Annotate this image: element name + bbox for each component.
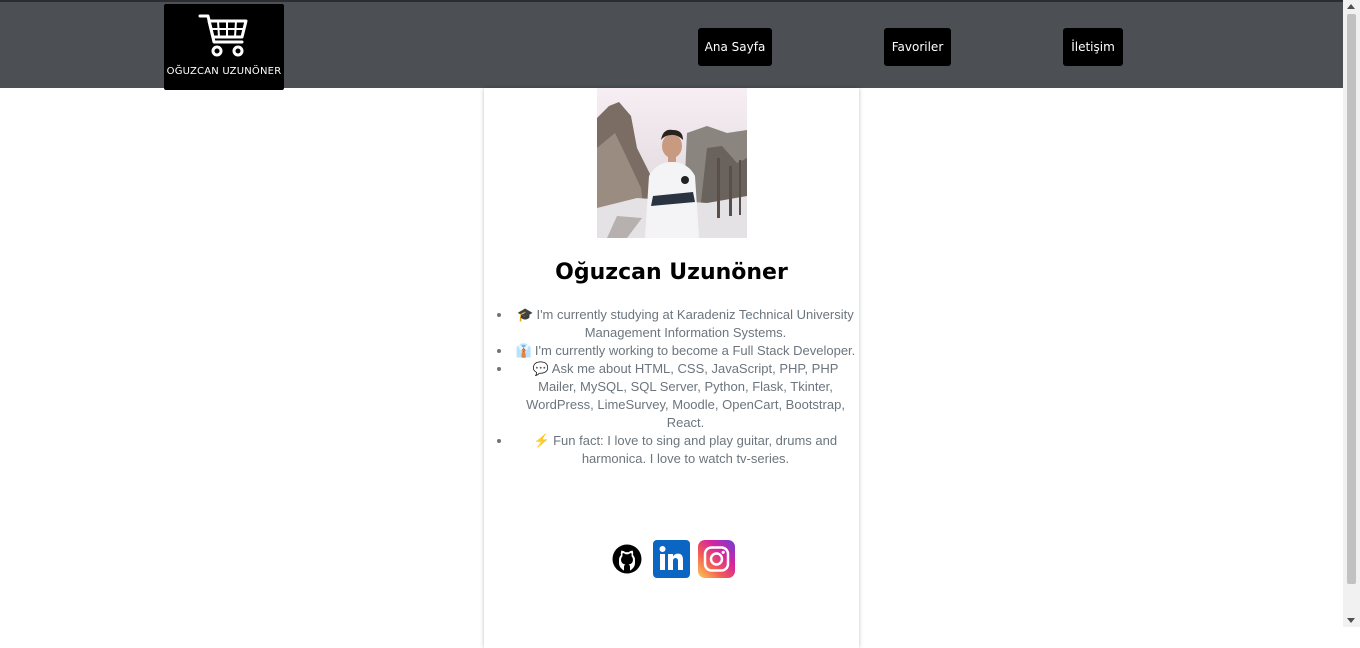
bio-item-education: 🎓I'm currently studying at Karadeniz Tec…: [512, 306, 859, 342]
speech-bubble-icon: 💬: [532, 361, 549, 376]
logo-text: OĞUZCAN UZUNÖNER: [166, 66, 282, 77]
nav-home-button[interactable]: Ana Sayfa: [698, 28, 772, 66]
bio-item-fun-fact: ⚡Fun fact: I love to sing and play guita…: [512, 432, 859, 468]
social-links: [484, 540, 859, 578]
profile-name: Oğuzcan Uzunöner: [555, 260, 788, 285]
page-scrollbar[interactable]: [1343, 0, 1360, 627]
bio-text: Ask me about HTML, CSS, JavaScript, PHP,…: [526, 361, 845, 430]
bio-text: Fun fact: I love to sing and play guitar…: [553, 433, 838, 466]
site-logo[interactable]: OĞUZCAN UZUNÖNER: [164, 4, 284, 90]
bio-text: I'm currently working to become a Full S…: [534, 343, 856, 358]
linkedin-link[interactable]: [653, 540, 690, 578]
bio-item-career: 👔I'm currently working to become a Full …: [512, 342, 859, 360]
profile-card: Oğuzcan Uzunöner 🎓I'm currently studying…: [484, 88, 859, 648]
profile-photo: [597, 88, 747, 238]
nav-contact-button[interactable]: İletişim: [1063, 28, 1123, 66]
github-icon: [612, 544, 642, 574]
instagram-icon: [698, 540, 735, 578]
github-link[interactable]: [610, 540, 647, 578]
linkedin-icon: [653, 540, 690, 578]
navbar: OĞUZCAN UZUNÖNER Ana Sayfa Favoriler İle…: [0, 0, 1343, 90]
scroll-down-arrow-icon[interactable]: [1347, 618, 1355, 623]
bio-text: I'm currently studying at Karadeniz Tech…: [536, 307, 854, 340]
graduation-cap-icon: 🎓: [517, 307, 534, 322]
nav-favorites-button[interactable]: Favoriler: [884, 28, 951, 66]
bio-list: 🎓I'm currently studying at Karadeniz Tec…: [484, 306, 859, 468]
necktie-icon: 👔: [515, 343, 532, 358]
scroll-thumb[interactable]: [1347, 14, 1356, 584]
shopping-cart-icon: [198, 14, 248, 57]
instagram-link[interactable]: [698, 540, 735, 578]
scroll-up-arrow-icon[interactable]: [1347, 4, 1355, 9]
bio-item-skills: 💬Ask me about HTML, CSS, JavaScript, PHP…: [512, 360, 859, 432]
lightning-icon: ⚡: [533, 433, 551, 448]
